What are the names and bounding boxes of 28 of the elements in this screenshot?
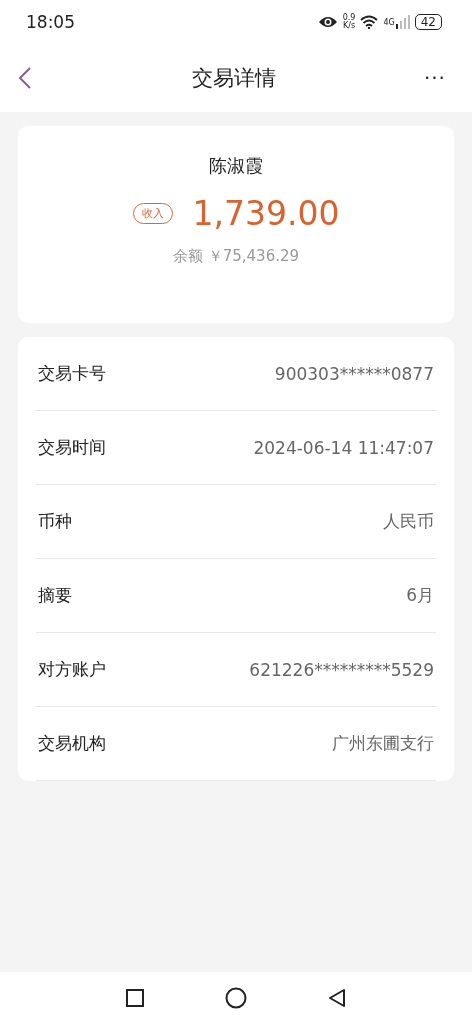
eye-icon — [317, 15, 338, 29]
network-type: 4G — [383, 18, 395, 27]
detail-value: 广州东圃支行 — [332, 732, 434, 755]
detail-label: 交易时间 — [38, 436, 106, 459]
balance: 余额 ￥75,436.29 — [172, 247, 300, 266]
page-title: 交易详情 — [191, 65, 276, 92]
detail-label: 交易卡号 — [38, 362, 106, 385]
home-icon[interactable] — [225, 987, 247, 1009]
amount: 1,739.00 — [192, 194, 340, 233]
more-button[interactable]: ··· — [423, 66, 446, 90]
back-nav-icon[interactable] — [327, 988, 347, 1008]
detail-label: 交易机构 — [38, 732, 106, 755]
back-icon[interactable] — [18, 66, 32, 90]
detail-value: 900303******0877 — [274, 363, 434, 384]
network-speed: 0.9 K/s — [342, 14, 356, 30]
detail-label: 摘要 — [38, 584, 72, 607]
wifi-icon — [360, 15, 379, 29]
detail-value: 6月 — [406, 584, 434, 607]
detail-value: 人民币 — [383, 510, 434, 533]
recents-icon[interactable] — [125, 988, 145, 1008]
detail-label: 币种 — [38, 510, 72, 533]
status-time: 18:05 — [26, 12, 75, 32]
payee-name: 陈淑霞 — [209, 154, 263, 178]
detail-label: 对方账户 — [38, 658, 106, 681]
signal-icon — [395, 15, 410, 29]
detail-value: 621226*********5529 — [249, 659, 434, 680]
battery-indicator: 42 — [414, 14, 442, 30]
detail-value: 2024-06-14 11:47:07 — [253, 437, 434, 458]
